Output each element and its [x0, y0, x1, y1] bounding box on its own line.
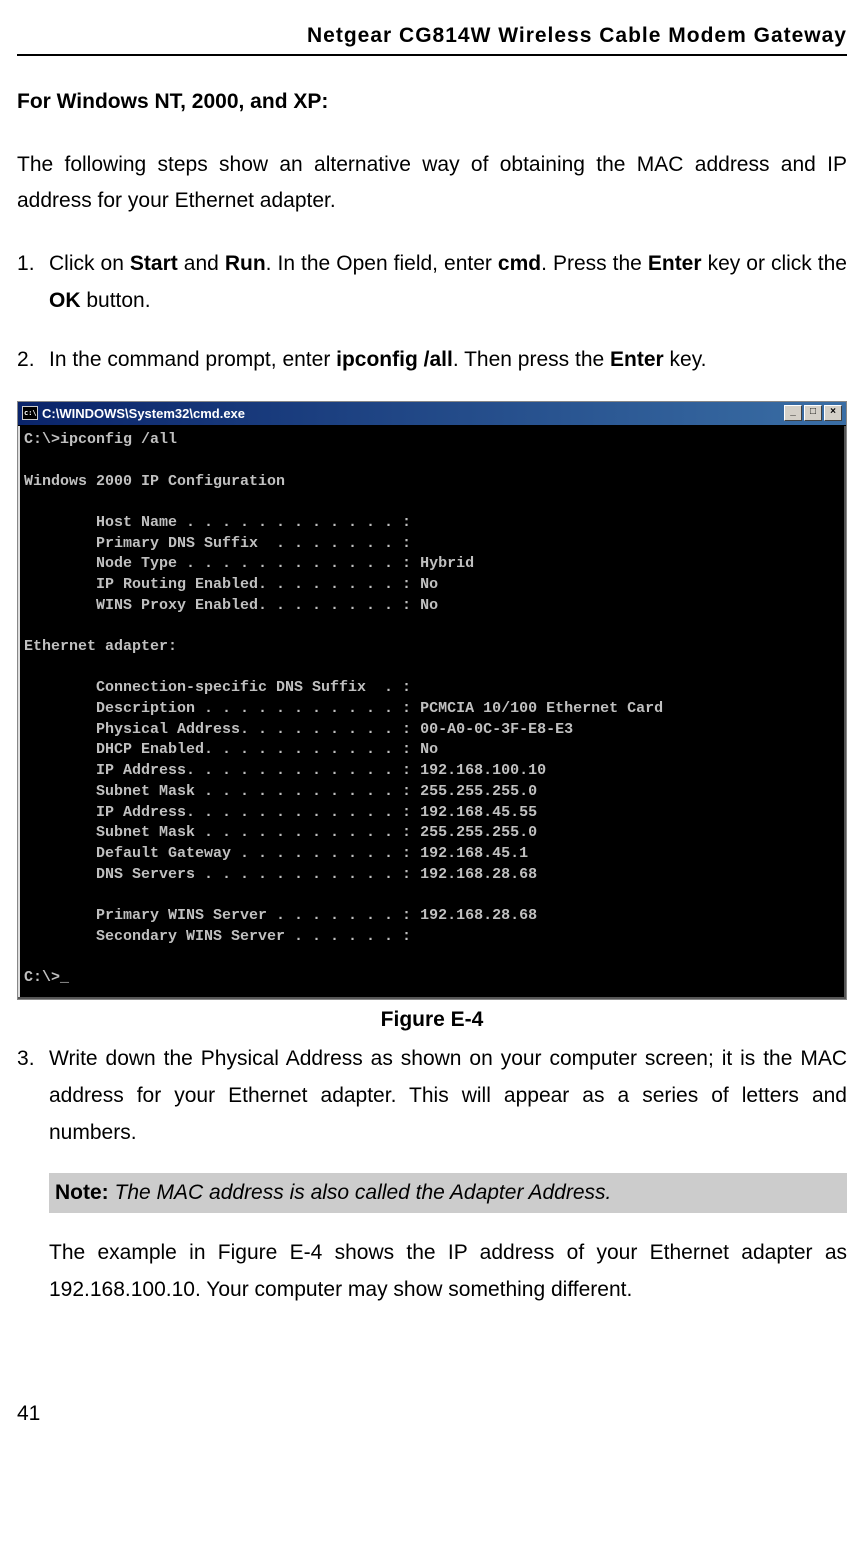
maximize-button[interactable]: □: [804, 405, 822, 421]
note-text: The MAC address is also called the Adapt…: [109, 1181, 612, 1204]
step-2: In the command prompt, enter ipconfig /a…: [17, 342, 847, 379]
note-label: Note:: [55, 1181, 109, 1204]
figure-caption: Figure E-4: [17, 1004, 847, 1036]
window-titlebar: C:\WINDOWS\System32\cmd.exe _ □ ×: [18, 402, 846, 427]
close-button[interactable]: ×: [824, 405, 842, 421]
steps-list-continued: Write down the Physical Address as shown…: [17, 1041, 847, 1151]
step-1: Click on Start and Run. In the Open fiel…: [17, 246, 847, 320]
note-box: Note: The MAC address is also called the…: [49, 1173, 847, 1213]
command-prompt-window: C:\WINDOWS\System32\cmd.exe _ □ × C:\>ip…: [17, 401, 847, 1000]
page-number: 41: [17, 1398, 847, 1430]
intro-paragraph: The following steps show an alternative …: [17, 147, 847, 218]
step-3: Write down the Physical Address as shown…: [17, 1041, 847, 1151]
window-buttons: _ □ ×: [784, 405, 842, 421]
minimize-button[interactable]: _: [784, 405, 802, 421]
terminal-output: C:\>ipconfig /all Windows 2000 IP Config…: [18, 426, 846, 999]
section-heading: For Windows NT, 2000, and XP:: [17, 86, 847, 118]
example-paragraph: The example in Figure E-4 shows the IP a…: [49, 1235, 847, 1309]
page-header: Netgear CG814W Wireless Cable Modem Gate…: [17, 20, 847, 56]
cmd-icon: [22, 406, 38, 420]
steps-list: Click on Start and Run. In the Open fiel…: [17, 246, 847, 378]
window-title: C:\WINDOWS\System32\cmd.exe: [42, 404, 245, 424]
